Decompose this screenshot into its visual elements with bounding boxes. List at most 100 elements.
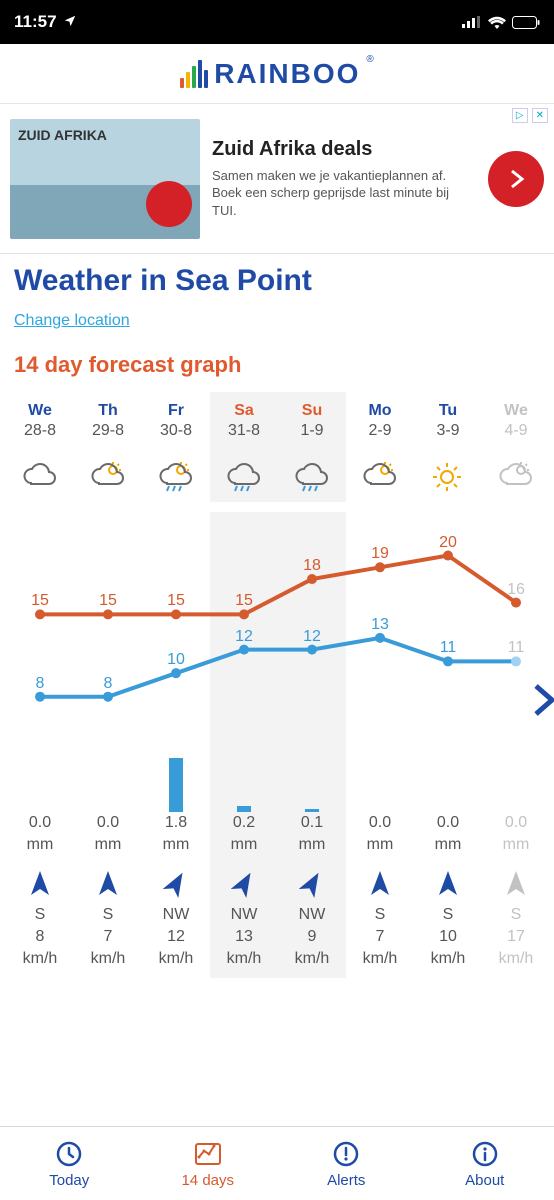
temp-low-label: 8 <box>74 675 142 693</box>
wind-direction-icon <box>503 869 529 899</box>
temp-high-label: 19 <box>346 545 414 563</box>
day-of-week: Tu <box>414 392 482 422</box>
clock-time: 11:57 <box>14 12 57 31</box>
wind-speed: 8 <box>6 926 74 948</box>
weather-icon-cell <box>482 452 550 502</box>
bottom-nav: Today 14 days Alerts About <box>0 1126 554 1200</box>
weather-icon-cell <box>210 452 278 502</box>
wind-speed: 7 <box>346 926 414 948</box>
trademark-icon: ® <box>366 54 373 65</box>
temp-low-label: 12 <box>278 628 346 646</box>
day-date: 3-9 <box>414 422 482 452</box>
precip-value: 0.0 <box>74 812 142 834</box>
battery-icon <box>512 16 540 29</box>
chevron-right-icon <box>506 167 526 191</box>
nav-today[interactable]: Today <box>0 1127 139 1200</box>
forecast-graph-title: 14 day forecast graph <box>14 352 540 378</box>
adchoices-icon[interactable]: ▷ <box>512 108 528 123</box>
precip-value: 0.0 <box>482 812 550 834</box>
rain-weather-icon <box>293 459 331 495</box>
day-date: 28-8 <box>6 422 74 452</box>
wind-unit: km/h <box>210 948 278 978</box>
ad-image-tag: ZUID AFRIKA <box>18 127 107 143</box>
wind-direction-icon <box>95 869 121 899</box>
rain-weather-icon <box>225 459 263 495</box>
temp-high-label: 18 <box>278 557 346 575</box>
wind-direction: S <box>482 904 550 926</box>
chart-bg-col <box>6 512 74 742</box>
ad-body: Samen maken we je vakantieplannen af. Bo… <box>212 167 476 220</box>
cellular-icon <box>462 16 482 28</box>
wind-icon-cell <box>414 864 482 904</box>
wind-speed: 17 <box>482 926 550 948</box>
precip-unit: mm <box>142 834 210 864</box>
temp-low-label: 12 <box>210 628 278 646</box>
ad-image: ZUID AFRIKA <box>10 119 200 239</box>
wind-icon-cell <box>346 864 414 904</box>
wind-unit: km/h <box>346 948 414 978</box>
precip-bar <box>74 742 142 812</box>
wind-unit: km/h <box>142 948 210 978</box>
temp-low-label: 13 <box>346 616 414 634</box>
nav-label: About <box>465 1172 504 1189</box>
chart-bg-col <box>74 512 142 742</box>
precip-value: 0.0 <box>6 812 74 834</box>
nav-about[interactable]: About <box>416 1127 554 1200</box>
ad-cta-button[interactable] <box>488 151 544 207</box>
forecast-grid[interactable]: WeThFrSaSuMoTuWe 28-829-830-831-81-92-93… <box>0 392 554 978</box>
wind-speed: 9 <box>278 926 346 948</box>
info-icon <box>470 1139 500 1169</box>
graph-icon <box>193 1139 223 1169</box>
sunny-weather-icon <box>429 459 467 495</box>
wind-direction-icon <box>299 869 325 899</box>
wind-direction: S <box>414 904 482 926</box>
cloud-weather-icon <box>21 459 59 495</box>
day-of-week: Fr <box>142 392 210 422</box>
weather-icon-cell <box>142 452 210 502</box>
day-of-week: Sa <box>210 392 278 422</box>
nav-label: Alerts <box>327 1172 365 1189</box>
precip-bar <box>482 742 550 812</box>
precip-bar <box>414 742 482 812</box>
wind-direction: S <box>346 904 414 926</box>
partly-weather-icon <box>361 459 399 495</box>
wind-unit: km/h <box>74 948 142 978</box>
ad-close-icon[interactable]: ✕ <box>532 108 548 123</box>
wifi-icon <box>488 16 506 29</box>
nav-label: Today <box>49 1172 89 1189</box>
wind-direction-icon <box>27 869 53 899</box>
precip-unit: mm <box>482 834 550 864</box>
alert-icon <box>331 1139 361 1169</box>
change-location-link[interactable]: Change location <box>14 312 130 330</box>
scroll-right-button[interactable] <box>532 682 554 723</box>
ad-text: Zuid Afrika deals Samen maken we je vaka… <box>212 138 476 220</box>
wind-icon-cell <box>278 864 346 904</box>
precip-value: 0.2 <box>210 812 278 834</box>
wind-icon-cell <box>482 864 550 904</box>
wind-direction: S <box>74 904 142 926</box>
day-date: 29-8 <box>74 422 142 452</box>
wind-unit: km/h <box>414 948 482 978</box>
wind-speed: 12 <box>142 926 210 948</box>
temp-high-label: 15 <box>74 592 142 610</box>
wind-direction: NW <box>142 904 210 926</box>
advertisement-banner[interactable]: ▷ ✕ ZUID AFRIKA Zuid Afrika deals Samen … <box>0 104 554 254</box>
day-of-week: We <box>6 392 74 422</box>
status-right <box>462 16 540 29</box>
nav-alerts[interactable]: Alerts <box>277 1127 416 1200</box>
ad-title: Zuid Afrika deals <box>212 138 476 161</box>
nav-14days[interactable]: 14 days <box>139 1127 278 1200</box>
nav-label: 14 days <box>181 1172 234 1189</box>
day-date: 4-9 <box>482 422 550 452</box>
weather-icon-cell <box>74 452 142 502</box>
wind-speed: 10 <box>414 926 482 948</box>
day-of-week: We <box>482 392 550 422</box>
wind-direction-icon <box>367 869 393 899</box>
wind-icon-cell <box>142 864 210 904</box>
day-of-week: Th <box>74 392 142 422</box>
precip-bar <box>278 742 346 812</box>
chart-bg-col <box>142 512 210 742</box>
wind-speed: 13 <box>210 926 278 948</box>
precip-unit: mm <box>346 834 414 864</box>
wind-unit: km/h <box>6 948 74 978</box>
